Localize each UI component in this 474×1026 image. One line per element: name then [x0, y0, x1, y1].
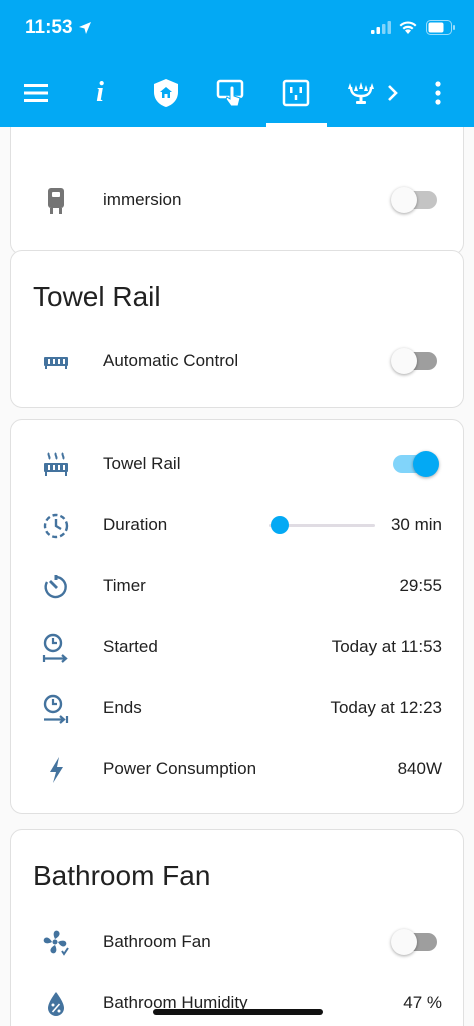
timer-icon [41, 572, 71, 602]
status-time: 11:53 [25, 17, 73, 38]
entity-label: immersion [103, 190, 182, 209]
clock-end-icon [41, 694, 71, 724]
entity-value: 29:55 [399, 576, 442, 595]
timer-dashed-icon [41, 511, 71, 541]
location-arrow-icon [78, 21, 92, 40]
immersion-toggle[interactable] [391, 187, 437, 213]
home-shield-icon[interactable] [141, 68, 191, 118]
battery-icon [426, 20, 456, 40]
card-title: Bathroom Fan [33, 860, 211, 891]
home-indicator[interactable] [153, 1009, 323, 1015]
automatic-control-toggle[interactable] [391, 348, 437, 374]
fan-icon [41, 928, 71, 958]
water-heater-icon [41, 186, 71, 216]
entity-row-timer[interactable]: Timer 29:55 [11, 561, 463, 611]
entity-label: Started [103, 637, 158, 656]
touch-panel-icon[interactable] [206, 68, 256, 118]
entity-row-started[interactable]: Started Today at 11:53 [11, 622, 463, 672]
entity-value: 30 min [390, 515, 442, 534]
slider-thumb[interactable] [271, 516, 289, 534]
more-vertical-icon[interactable] [413, 68, 463, 118]
entity-label: Duration [103, 515, 168, 534]
toolbar: i [0, 60, 474, 127]
toggle-knob [391, 187, 417, 213]
entity-value: 47 % [403, 993, 442, 1012]
entity-row-bathroom-fan[interactable]: Bathroom Fan [11, 917, 463, 967]
immersion-card: immersion [10, 127, 464, 255]
entity-row-automatic-control[interactable]: Automatic Control [11, 336, 463, 386]
towel-rail-card: Towel Rail Automatic Control [10, 250, 464, 408]
entity-row-bathroom-humidity[interactable]: Bathroom Humidity 47 % [11, 978, 463, 1026]
chevron-right-icon[interactable] [368, 68, 418, 118]
toggle-knob [413, 451, 439, 477]
info-icon[interactable]: i [75, 68, 125, 118]
info-icon-glyph: i [96, 77, 104, 108]
bathroom-fan-card: Bathroom Fan Bathroom Fan Bathroom Humid… [10, 829, 464, 1026]
card-title: Towel Rail [33, 281, 161, 312]
cellular-signal-icon [371, 21, 391, 39]
entity-value: 840W [397, 759, 442, 778]
entity-row-ends[interactable]: Ends Today at 12:23 [11, 683, 463, 733]
flash-icon [41, 755, 71, 785]
entity-label: Towel Rail [103, 454, 181, 473]
toggle-knob [391, 929, 417, 955]
entity-label: Timer [103, 576, 146, 595]
status-bar: 11:53 [0, 0, 474, 60]
power-socket-icon[interactable] [271, 68, 321, 118]
towel-rail-toggle[interactable] [393, 451, 439, 477]
entity-label: Bathroom Fan [103, 932, 211, 951]
radiator-icon [41, 347, 71, 377]
water-percent-icon [41, 989, 71, 1019]
entity-row-power-consumption[interactable]: Power Consumption 840W [11, 744, 463, 794]
app-header: 11:53 i [0, 0, 474, 127]
dashboard-content[interactable]: immersion Towel Rail Automatic Control T… [0, 127, 474, 1026]
towel-rail-detail-card: Towel Rail Duration 30 min Timer 29:55 S… [10, 419, 464, 814]
wifi-icon [398, 19, 418, 40]
entity-row-immersion[interactable]: immersion [11, 175, 463, 225]
toggle-knob [391, 348, 417, 374]
entity-label: Ends [103, 698, 142, 717]
entity-value: Today at 12:23 [330, 698, 442, 717]
entity-label: Power Consumption [103, 759, 257, 778]
entity-value: Today at 11:53 [331, 637, 442, 656]
menu-icon[interactable] [11, 68, 61, 118]
bathroom-fan-toggle[interactable] [391, 929, 437, 955]
entity-row-duration: Duration 30 min [11, 500, 463, 550]
radiator-heat-icon [41, 450, 71, 480]
entity-row-towel-rail[interactable]: Towel Rail [11, 439, 463, 489]
entity-label: Automatic Control [103, 351, 239, 370]
clock-start-icon [41, 633, 71, 663]
duration-slider[interactable] [269, 516, 375, 534]
